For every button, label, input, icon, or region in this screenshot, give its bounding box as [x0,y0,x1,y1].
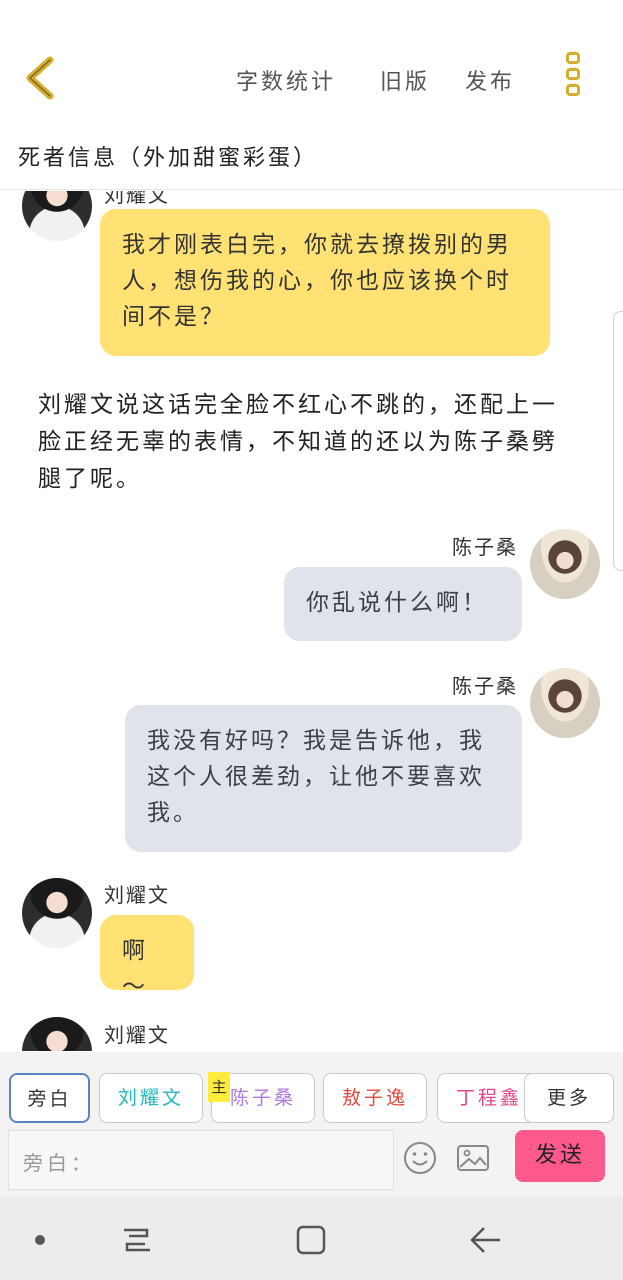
system-nav-bar [0,1196,623,1280]
home-button[interactable] [291,1220,331,1260]
home-icon [296,1225,326,1255]
role-liuyaowen[interactable]: 刘耀文 [99,1073,203,1123]
speaker-name: 刘耀文 [104,1023,170,1047]
back-icon [470,1227,500,1253]
avatar[interactable] [530,529,600,599]
nav-dot-icon [35,1235,45,1245]
message-bubble[interactable]: 我才刚表白完，你就去撩拨别的男人，想伤我的心，你也应该换个时间不是？ [100,209,550,356]
back-chevron-icon [26,56,54,100]
message-bubble[interactable]: 你乱说什么啊！ [284,567,522,641]
role-more-button[interactable]: 更多 [524,1073,614,1123]
recent-apps-button[interactable] [117,1220,157,1260]
role-aoziyi[interactable]: 敖子逸 [323,1073,427,1123]
title-row: 死者信息（外加甜蜜彩蛋） [0,130,623,190]
scroll-handle[interactable] [613,311,623,571]
emoji-button[interactable] [402,1140,438,1176]
avatar[interactable] [530,668,600,738]
message-bubble[interactable]: 啊～ [100,915,194,1000]
image-button[interactable] [455,1140,491,1176]
input-row: 旁白： 发送 [0,1126,623,1196]
emoji-icon [404,1142,436,1174]
avatar[interactable] [22,878,92,948]
avatar[interactable] [22,1017,92,1051]
page-title[interactable]: 死者信息（外加甜蜜彩蛋） [18,140,318,172]
role-selector: 旁白 刘耀文 陈子桑 主 敖子逸 丁程鑫 更多 [0,1052,623,1126]
more-vertical-icon [560,52,586,96]
nav-dot-button[interactable] [20,1220,60,1260]
top-bar: 字数统计 旧版 发布 [0,0,623,130]
send-button[interactable]: 发送 [515,1130,605,1182]
narration-text[interactable]: 刘耀文说这话完全脸不红心不跳的，还配上一脸正经无辜的表情，不知道的还以为陈子桑劈… [38,387,578,498]
speaker-name: 刘耀文 [104,883,170,907]
chat-content[interactable]: 刘耀文 我才刚表白完，你就去撩拨别的男人，想伤我的心，你也应该换个时间不是？ 刘… [0,191,623,1051]
system-back-button[interactable] [466,1220,506,1260]
image-icon [457,1145,489,1171]
back-button[interactable] [20,52,64,104]
speaker-name: 陈子桑 [452,535,518,559]
speaker-name: 陈子桑 [452,674,518,698]
message-bubble[interactable]: 我没有好吗？我是告诉他，我这个人很差劲，让他不要喜欢我。 [125,705,522,852]
word-count-button[interactable]: 字数统计 [236,64,336,96]
more-menu-button[interactable] [560,52,586,106]
old-version-button[interactable]: 旧版 [380,64,430,96]
avatar[interactable] [22,191,92,241]
publish-button[interactable]: 发布 [465,64,515,96]
speaker-name: 刘耀文 [104,191,170,207]
message-input[interactable]: 旁白： [8,1130,394,1190]
main-role-badge: 主 [208,1072,230,1102]
recent-apps-icon [124,1228,150,1252]
role-narrator[interactable]: 旁白 [9,1073,90,1123]
